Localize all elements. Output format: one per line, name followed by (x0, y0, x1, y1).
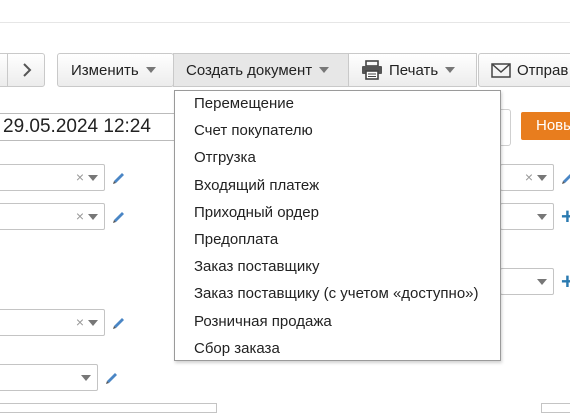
create-document-button[interactable]: Создать документ (173, 53, 349, 87)
create-document-label: Создать документ (186, 61, 313, 79)
printer-icon (362, 60, 382, 80)
pencil-icon[interactable] (111, 170, 127, 186)
select-field-4[interactable] (0, 364, 98, 391)
create-document-menu: Перемещение Счет покупателю Отгрузка Вхо… (174, 90, 501, 361)
chevron-down-icon[interactable] (537, 279, 547, 285)
chevron-down-icon[interactable] (81, 375, 91, 381)
text-field-edge[interactable] (0, 403, 217, 413)
pencil-icon[interactable] (111, 209, 127, 225)
menu-item-order-picking[interactable]: Сбор заказа (175, 339, 500, 366)
menu-item-transfer[interactable]: Перемещение (175, 94, 500, 121)
chevron-down-icon[interactable] (88, 320, 98, 326)
clear-icon[interactable]: × (76, 169, 84, 185)
right-select-field-2[interactable] (500, 203, 554, 230)
change-button-label: Изменить (71, 61, 139, 79)
menu-item-supplier-order-available[interactable]: Заказ поставщику (с учетом «доступно») (175, 284, 500, 311)
add-icon[interactable]: + (561, 271, 570, 293)
chevron-down-icon (445, 67, 456, 73)
menu-item-shipment[interactable]: Отгрузка (175, 148, 500, 175)
pencil-icon[interactable] (104, 370, 120, 386)
text-field-edge[interactable] (541, 403, 570, 413)
menu-item-incoming-payment[interactable]: Входящий платеж (175, 176, 500, 203)
send-button[interactable]: Отправ (478, 53, 570, 87)
send-button-label: Отправ (517, 61, 569, 79)
clear-icon[interactable]: × (76, 314, 84, 330)
right-select-field-1[interactable]: × (500, 164, 554, 191)
print-button-label: Печать (389, 61, 439, 79)
clear-icon[interactable]: × (76, 208, 84, 224)
change-button[interactable]: Изменить (57, 53, 174, 87)
menu-item-receipt-order[interactable]: Приходный ордер (175, 203, 500, 230)
add-icon[interactable]: + (561, 206, 570, 228)
menu-item-customer-invoice[interactable]: Счет покупателю (175, 121, 500, 148)
chevron-down-icon[interactable] (537, 175, 547, 181)
pencil-icon[interactable] (560, 170, 570, 186)
chevron-down-icon (319, 67, 330, 73)
menu-item-retail-sale[interactable]: Розничная продажа (175, 312, 500, 339)
nav-next-button[interactable] (0, 53, 45, 87)
menu-item-supplier-order[interactable]: Заказ поставщику (175, 257, 500, 284)
right-select-field-3[interactable] (500, 268, 554, 295)
chevron-down-icon (145, 67, 156, 73)
select-field-1[interactable]: × (0, 164, 105, 191)
new-status-button[interactable]: Новы (521, 112, 570, 140)
print-button[interactable]: Печать (348, 53, 477, 87)
document-date-field[interactable]: 29.05.2024 12:24 (0, 113, 182, 141)
select-field-3[interactable]: × (0, 309, 105, 336)
top-divider (0, 22, 570, 23)
chevron-right-icon (23, 63, 32, 77)
pencil-icon[interactable] (111, 315, 127, 331)
menu-item-prepayment[interactable]: Предоплата (175, 230, 500, 257)
envelope-icon (491, 62, 511, 78)
chevron-down-icon[interactable] (537, 214, 547, 220)
chevron-down-icon[interactable] (88, 175, 98, 181)
select-field-2[interactable]: × (0, 203, 105, 230)
chevron-down-icon[interactable] (88, 214, 98, 220)
clear-icon[interactable]: × (525, 169, 533, 185)
